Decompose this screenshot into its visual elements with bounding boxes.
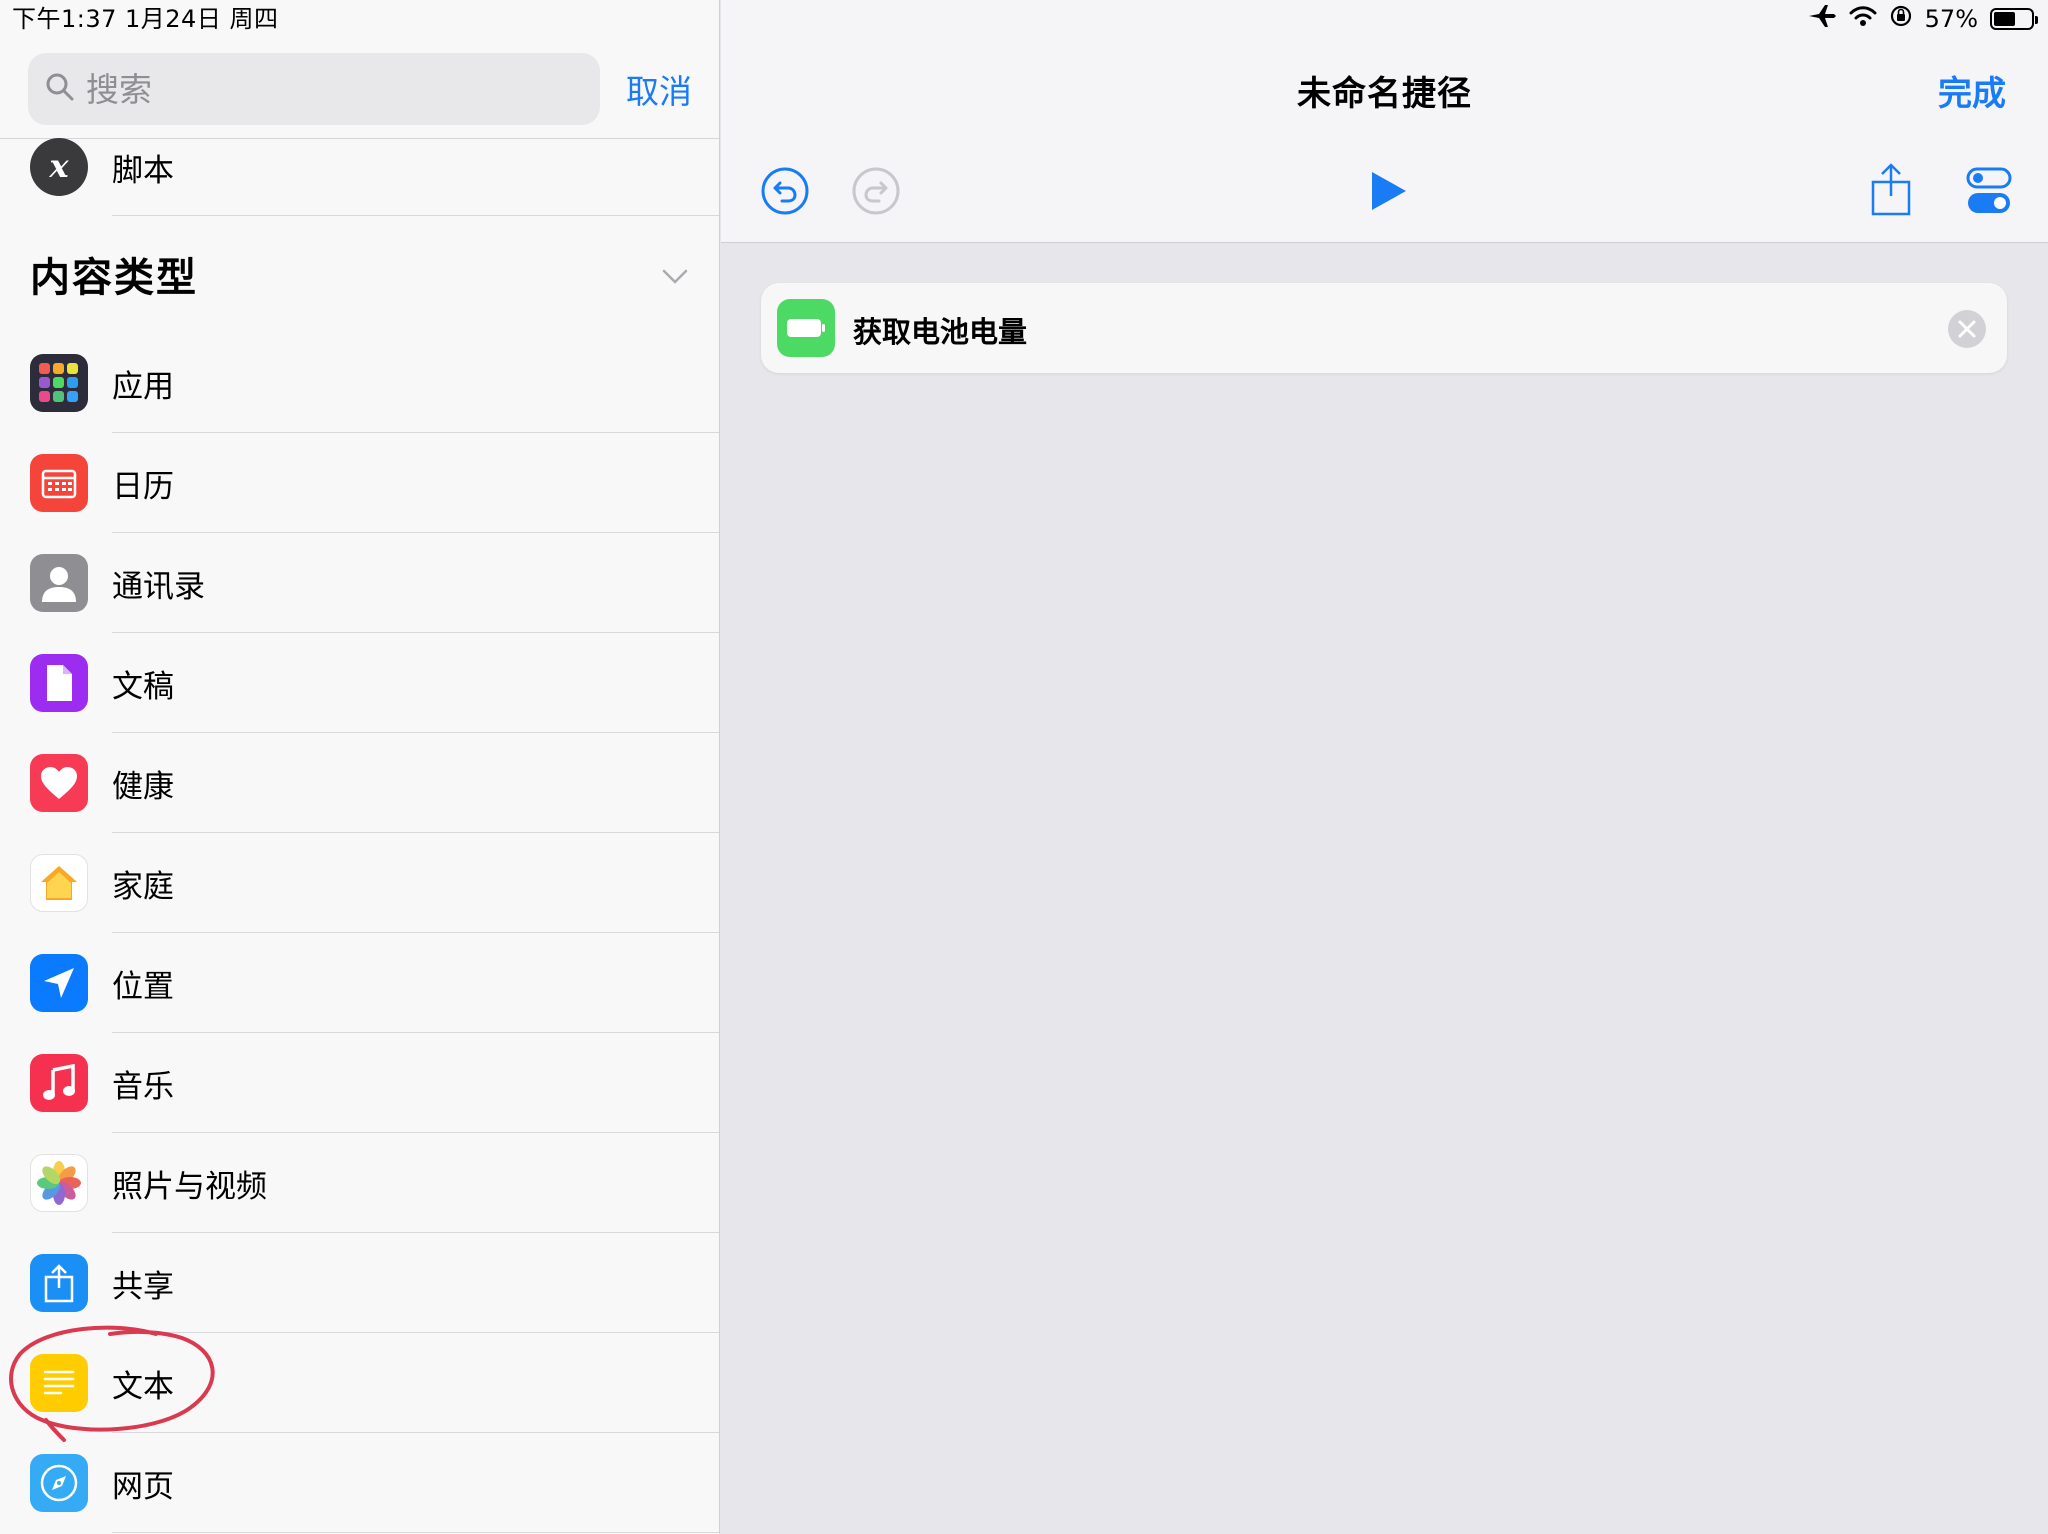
done-button[interactable]: 完成 — [1938, 66, 2006, 115]
sidebar-item-label: 应用 — [112, 368, 174, 405]
action-label: 获取电池电量 — [853, 315, 1028, 349]
contacts-icon — [30, 554, 88, 612]
svg-text:x: x — [48, 147, 69, 185]
share-icon[interactable] — [1869, 162, 1913, 222]
sidebar-item-share[interactable]: 共享 — [0, 1233, 719, 1333]
battery-icon — [1990, 8, 2038, 30]
photos-icon — [30, 1154, 88, 1212]
sidebar-item-label: 通讯录 — [112, 568, 205, 605]
section-title: 内容类型 — [30, 255, 198, 301]
calendar-icon — [30, 454, 88, 512]
battery-fill — [1994, 12, 2015, 26]
redo-icon[interactable] — [851, 166, 901, 220]
action-library-sidebar: 下午1:37 1月24日 周四 取消 x 脚本 — [0, 0, 720, 1534]
safari-compass-icon — [30, 1454, 88, 1512]
heart-icon — [30, 754, 88, 812]
action-card[interactable]: 获取电池电量 — [761, 283, 2007, 373]
chevron-down-icon[interactable] — [660, 262, 690, 292]
sidebar-item-label: 脚本 — [112, 152, 174, 189]
location-arrow-icon — [30, 954, 88, 1012]
editor-header: 未命名捷径 完成 — [721, 0, 2048, 243]
sidebar-item-apps[interactable]: 应用 — [0, 333, 719, 433]
row-separator — [112, 215, 719, 216]
sidebar-item-label: 网页 — [112, 1468, 174, 1505]
sidebar-item-contacts[interactable]: 通讯录 — [0, 533, 719, 633]
sidebar-item-label: 家庭 — [112, 868, 174, 905]
search-field[interactable] — [28, 53, 600, 125]
sidebar-item-label: 音乐 — [112, 1068, 174, 1105]
page-title: 未命名捷径 — [1297, 74, 1472, 114]
sidebar-item-home[interactable]: 家庭 — [0, 833, 719, 933]
settings-toggle-icon[interactable] — [1966, 166, 2012, 220]
undo-icon[interactable] — [760, 166, 810, 220]
play-icon[interactable] — [1366, 168, 1410, 218]
sidebar-item-label: 文稿 — [112, 668, 174, 705]
sidebar-item-photos[interactable]: 照片与视频 — [0, 1133, 719, 1233]
text-lines-icon — [30, 1354, 88, 1412]
sidebar-item-label: 文本 — [112, 1368, 174, 1405]
sidebar-item-location[interactable]: 位置 — [0, 933, 719, 1033]
apps-grid-icon — [30, 354, 88, 412]
close-icon[interactable] — [1947, 309, 1987, 349]
orientation-lock-icon — [1889, 4, 1913, 34]
script-x-icon: x — [30, 138, 88, 196]
search-icon — [44, 71, 76, 107]
search-row: 取消 — [28, 52, 692, 126]
wifi-icon — [1849, 5, 1877, 33]
sidebar-item-text[interactable]: 文本 — [0, 1333, 719, 1433]
sidebar-item-music[interactable]: 音乐 — [0, 1033, 719, 1133]
share-icon — [30, 1254, 88, 1312]
sidebar-item-label: 照片与视频 — [112, 1168, 267, 1205]
status-time-date: 下午1:37 1月24日 周四 — [12, 5, 279, 33]
row-separator — [112, 1532, 719, 1533]
document-icon — [30, 654, 88, 712]
sidebar-item-health[interactable]: 健康 — [0, 733, 719, 833]
screen: 下午1:37 1月24日 周四 取消 x 脚本 — [0, 0, 2048, 1534]
sidebar-item-documents[interactable]: 文稿 — [0, 633, 719, 733]
sidebar-item-label: 位置 — [112, 968, 174, 1005]
home-icon — [30, 854, 88, 912]
sidebar-item-calendar[interactable]: 日历 — [0, 433, 719, 533]
sidebar-item-web[interactable]: 网页 — [0, 1433, 719, 1533]
battery-percent: 57% — [1924, 5, 1978, 33]
sidebar-item-label: 日历 — [112, 468, 174, 505]
sidebar-item-script[interactable]: x 脚本 — [0, 118, 719, 216]
airplane-icon — [1807, 3, 1837, 35]
music-note-icon — [30, 1054, 88, 1112]
cancel-button[interactable]: 取消 — [626, 65, 692, 113]
search-input[interactable] — [86, 69, 566, 109]
status-indicators: 57% — [1807, 3, 2038, 35]
sidebar-item-label: 健康 — [112, 768, 174, 805]
battery-action-icon — [777, 299, 835, 357]
sidebar-item-label: 共享 — [112, 1268, 174, 1305]
